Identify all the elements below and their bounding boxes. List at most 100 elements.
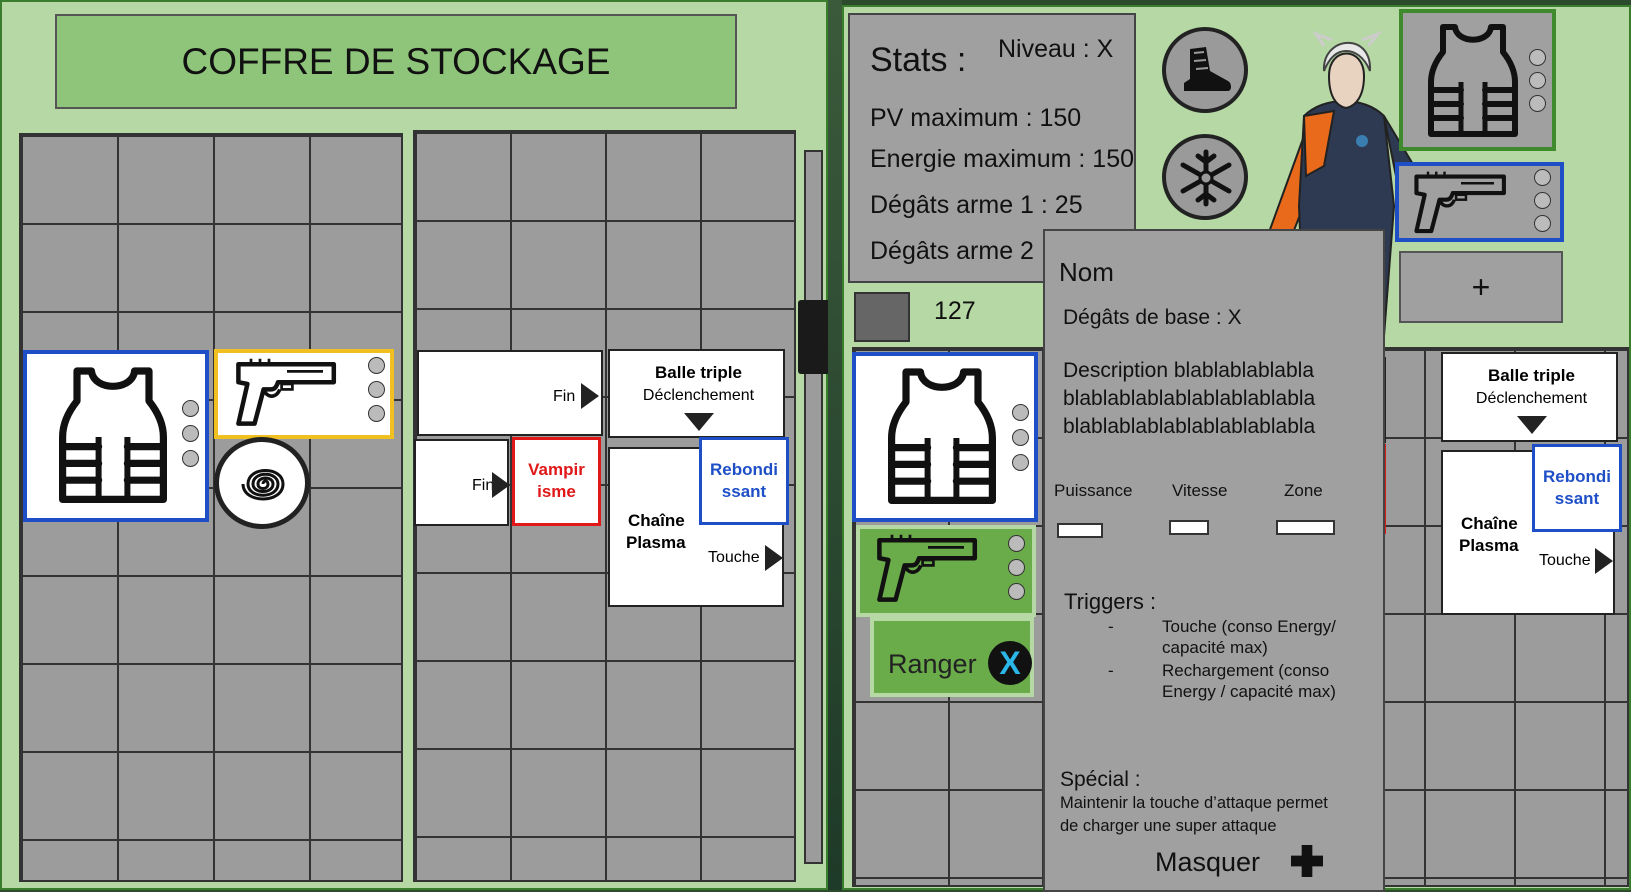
character-panel: Stats : Niveau : X PV maximum : 150 Ener… [842, 5, 1631, 892]
stored-vest-item[interactable] [23, 350, 209, 522]
socket-dot [1534, 192, 1551, 209]
currency-amount: 127 [934, 297, 976, 325]
arrow-right-icon [765, 545, 783, 571]
storage-panel: COFFRE DE STOCKAGE Fin Balle triple Décl… [0, 0, 830, 890]
trigger-2-line1: Rechargement (conso [1162, 661, 1330, 680]
module-rebondissant-card[interactable]: Rebondi ssant [699, 437, 789, 525]
vest-icon [882, 364, 1002, 512]
socket-dot [368, 357, 385, 374]
boot-ability-slot[interactable] [1162, 27, 1248, 113]
boot-icon [1184, 47, 1231, 91]
special-title: Spécial : [1060, 768, 1141, 791]
pistol-icon [1411, 170, 1511, 236]
stat-label-puissance: Puissance [1054, 481, 1133, 500]
ranger-button[interactable]: Ranger X [870, 617, 1034, 697]
tooltip-description-1: Description blablablablabla [1063, 359, 1314, 382]
chaine-label-1: Chaîne [1461, 514, 1518, 533]
chaine-label-2: Plasma [626, 533, 686, 552]
stat-label-vitesse: Vitesse [1172, 481, 1228, 500]
trigger-1-line1: Touche (conso Energy/ [1162, 617, 1336, 636]
rebondissant-label-2: ssant [721, 482, 767, 501]
equipped-weapon-slot[interactable] [1395, 162, 1564, 242]
socket-dot [182, 400, 199, 417]
storage-title: COFFRE DE STOCKAGE [55, 14, 737, 109]
socket-dot [368, 381, 385, 398]
socket-dot [1529, 49, 1546, 66]
special-line-1: Maintenir la touche d’attaque permet [1060, 794, 1328, 812]
currency-icon [854, 292, 910, 342]
stats-title: Stats : [870, 41, 967, 79]
storage-scrollbar-thumb[interactable] [798, 300, 830, 374]
stored-pistol-item[interactable] [214, 349, 394, 439]
vest-icon [53, 362, 173, 512]
balle-triple-sub: Déclenchement [642, 387, 755, 404]
rebondissant-label-2: ssant [1554, 489, 1600, 508]
arrow-right-icon [492, 472, 510, 498]
inventory-pistol-item-selected[interactable] [856, 525, 1036, 617]
rebondissant-label-1: Rebondi [1543, 467, 1611, 486]
socket-dot [1012, 454, 1029, 471]
ranger-label: Ranger [888, 649, 977, 679]
tooltip-description-3: blablablablablablablablabla [1063, 415, 1316, 438]
socket-dot [1534, 169, 1551, 186]
storage-scrollbar-track[interactable] [804, 150, 823, 864]
chaine-label-1: Chaîne [628, 511, 685, 530]
stat-bar-zone [1276, 520, 1335, 535]
vest-icon [1423, 21, 1523, 143]
fin-label: Fin [472, 477, 495, 494]
item-tooltip: Nom Dégâts de base : X Description blabl… [1043, 229, 1385, 892]
inventory-vest-item[interactable] [852, 352, 1038, 522]
arrow-right-icon [581, 383, 599, 409]
fin-label: Fin [553, 388, 576, 405]
balle-triple-sub: Déclenchement [1475, 390, 1588, 407]
module-fin-card-2[interactable]: Fin [414, 439, 510, 526]
trigger-2-line2: Energy / capacité max) [1162, 682, 1336, 701]
hide-label: Masquer [1155, 847, 1261, 877]
socket-dot [1012, 429, 1029, 446]
module-balle-triple-card[interactable]: Balle triple Déclenchement [1441, 352, 1618, 442]
module-vampirisme-card[interactable]: Vampir isme [512, 437, 601, 526]
plus-icon [1291, 845, 1323, 877]
socket-dot [368, 405, 385, 422]
socket-dot [1012, 404, 1029, 421]
hide-tooltip-button[interactable]: Masquer [1155, 841, 1335, 885]
socket-dot [1534, 215, 1551, 232]
stats-weapon1: Dégâts arme 1 : 25 [870, 191, 1083, 219]
panel-divider [828, 0, 842, 890]
touche-label: Touche [708, 549, 760, 566]
module-rebondissant-card[interactable]: Rebondi ssant [1532, 444, 1622, 532]
snowflake-icon [1180, 149, 1232, 207]
socket-dot [182, 450, 199, 467]
spiral-icon [241, 469, 285, 501]
trigger-bullet: - [1108, 617, 1114, 636]
socket-dot [1529, 95, 1546, 112]
spiral-orb-item[interactable] [214, 437, 310, 529]
balle-triple-title: Balle triple [655, 363, 742, 382]
trigger-1-line2: capacité max) [1162, 638, 1268, 657]
socket-dot [1008, 583, 1025, 600]
stats-level: Niveau : X [998, 35, 1114, 63]
socket-dot [182, 425, 199, 442]
arrow-down-icon [1517, 416, 1547, 434]
balle-triple-title: Balle triple [1488, 366, 1575, 385]
pistol-icon [874, 533, 982, 605]
stats-weapon2: Dégâts arme 2 [870, 237, 1034, 265]
close-icon[interactable]: X [988, 641, 1032, 685]
module-fin-card[interactable]: Fin [417, 350, 603, 436]
socket-dot [1529, 72, 1546, 89]
snowflake-ability-slot[interactable] [1162, 134, 1248, 220]
stat-bar-puissance [1057, 523, 1103, 538]
touche-label: Touche [1539, 552, 1591, 569]
module-balle-triple-card[interactable]: Balle triple Déclenchement [608, 349, 785, 438]
trigger-bullet: - [1108, 661, 1114, 680]
equipped-armor-slot[interactable] [1399, 9, 1556, 151]
add-equipment-slot[interactable]: + [1399, 251, 1563, 323]
stat-bar-vitesse [1169, 520, 1209, 535]
pistol-icon [232, 357, 342, 429]
stat-label-zone: Zone [1284, 481, 1323, 500]
socket-dot [1008, 535, 1025, 552]
special-line-2: de charger une super attaque [1060, 817, 1277, 835]
vampirisme-label-2: isme [537, 482, 576, 501]
rebondissant-label-1: Rebondi [710, 460, 778, 479]
tooltip-description-2: blablablablablablablablabla [1063, 387, 1316, 410]
